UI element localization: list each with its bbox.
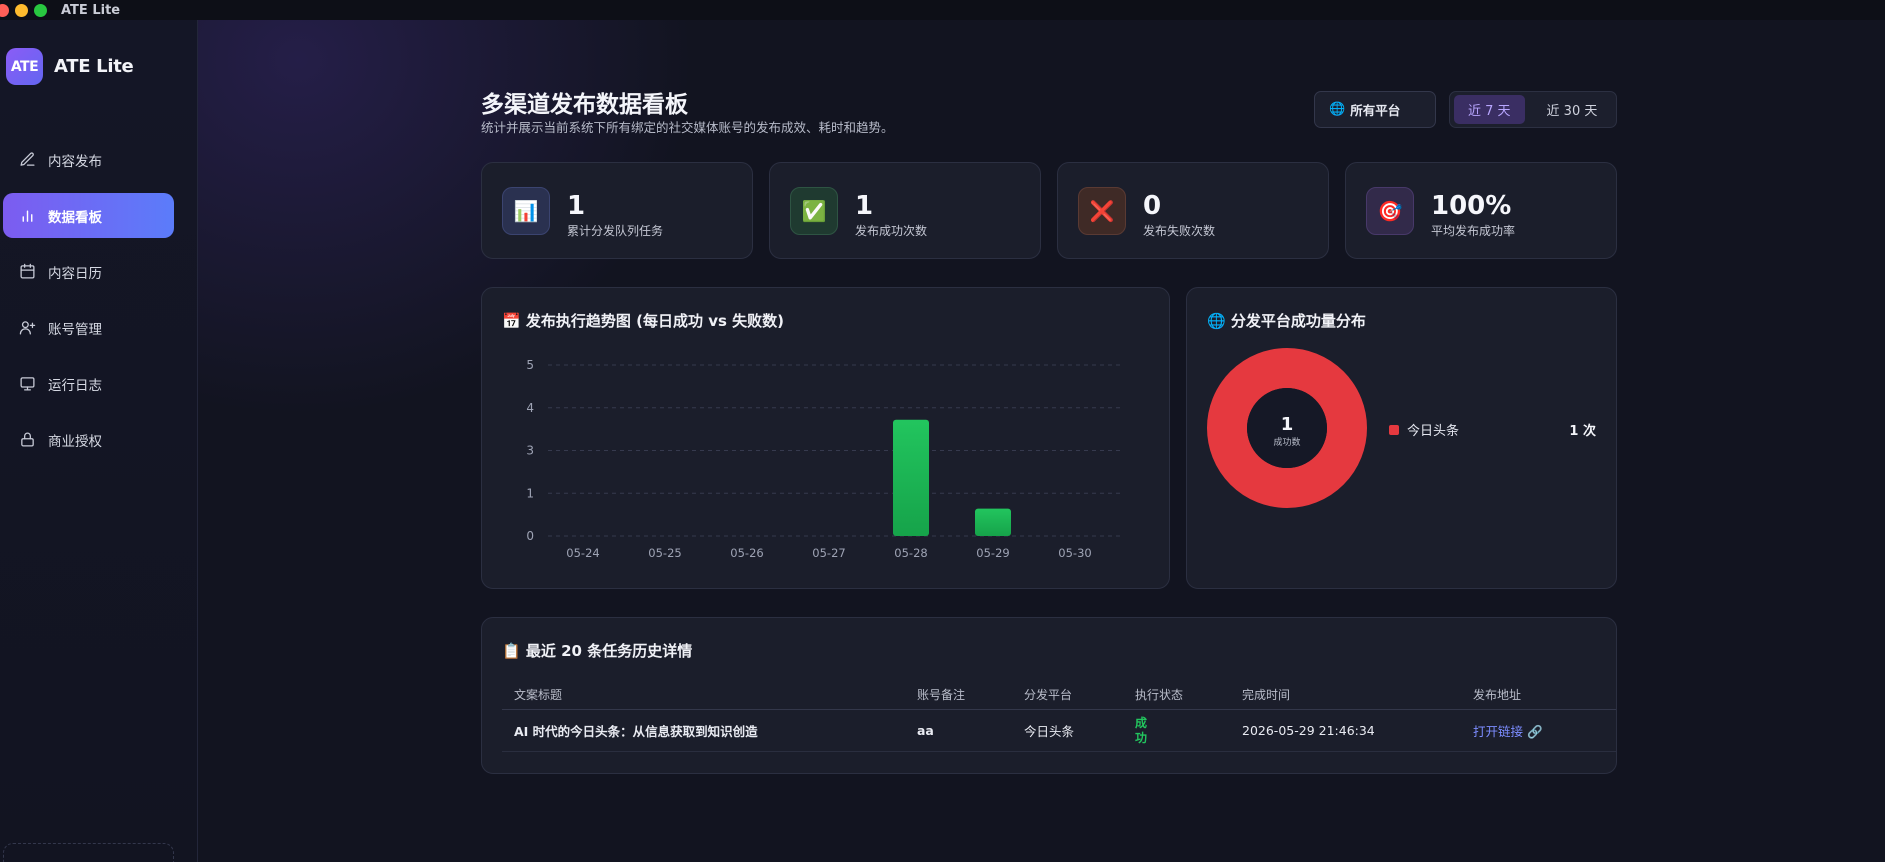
brand: ATE ATE Lite <box>6 48 134 85</box>
cross-icon: ❌ <box>1078 187 1126 235</box>
table-row: AI 时代的今日头条：从信息获取到知识创造 aa 今日头条 成功 2026-05… <box>502 710 1616 752</box>
sidebar-item-publish[interactable]: 内容发布 <box>3 137 174 182</box>
stat-label: 发布成功次数 <box>855 224 928 238</box>
chart-emoji-icon: 📊 <box>502 187 550 235</box>
y-tick-label: 0 <box>526 529 534 543</box>
x-tick-label: 05-29 <box>976 546 1009 560</box>
trend-chart-panel: 📅 发布执行趋势图 (每日成功 vs 失败数) 0 1 3 4 5 05-24 05-25 0… <box>481 287 1170 589</box>
column-header: 完成时间 <box>1242 688 1291 702</box>
x-tick-label: 05-26 <box>730 546 763 560</box>
donut-center-value: 1 <box>1281 414 1294 435</box>
cell-link: 打开链接 🔗 <box>1461 721 1616 740</box>
y-tick-label: 4 <box>526 401 534 415</box>
sidebar-item-dashboard[interactable]: 数据看板 <box>3 193 174 238</box>
range-7-days-button[interactable]: 近 7 天 <box>1454 95 1525 124</box>
cell-status: 成功 <box>1123 716 1230 746</box>
y-tick-label: 1 <box>526 486 534 500</box>
x-tick-label: 05-25 <box>648 546 681 560</box>
legend-label: 今日头条 <box>1407 424 1460 439</box>
stat-value: 0 <box>1143 191 1162 221</box>
history-table: 文案标题 账号备注 分发平台 执行状态 完成时间 发布地址 AI 时代的今日头条… <box>502 680 1616 752</box>
legend-value: 1 次 <box>1569 424 1596 439</box>
x-tick-label: 05-28 <box>894 546 927 560</box>
window-title: ATE Lite <box>61 2 121 18</box>
platform-select[interactable]: 🌐 所有平台 <box>1314 91 1436 128</box>
stat-card-total-tasks: 📊 1 累计分发队列任务 <box>481 162 753 259</box>
stat-label: 平均发布成功率 <box>1431 224 1516 238</box>
date-range-toggle: 近 7 天 近 30 天 <box>1449 91 1617 128</box>
x-tick-label: 05-27 <box>812 546 845 560</box>
stat-label: 累计分发队列任务 <box>567 224 664 238</box>
bar-05-29[interactable] <box>975 508 1011 536</box>
cell-time: 2026-05-29 21:46:34 <box>1242 723 1375 738</box>
status-badge: 成功 <box>1135 715 1148 745</box>
sidebar-item-license[interactable]: 商业授权 <box>3 417 174 462</box>
maximize-window-button[interactable] <box>34 3 47 17</box>
check-icon: ✅ <box>790 187 838 235</box>
cell-title: AI 时代的今日头条：从信息获取到知识创造 <box>514 724 758 739</box>
legend-swatch <box>1389 424 1399 435</box>
table-header: 文案标题 账号备注 分发平台 执行状态 完成时间 发布地址 <box>502 680 1616 710</box>
column-header: 分发平台 <box>1024 688 1073 702</box>
calendar-icon <box>20 263 35 279</box>
column-header: 文案标题 <box>514 688 563 702</box>
cell-platform: 今日头条 <box>1024 724 1075 739</box>
page-subtitle: 统计并展示当前系统下所有绑定的社交媒体账号的发布成效、耗时和趋势。 <box>481 120 894 135</box>
column-header: 发布地址 <box>1473 688 1522 702</box>
stat-label: 发布失败次数 <box>1143 224 1216 238</box>
column-header: 执行状态 <box>1135 688 1184 702</box>
page-title: 多渠道发布数据看板 <box>481 92 688 118</box>
x-tick-label: 05-24 <box>566 546 599 560</box>
distribution-donut-chart: 1 成功数 <box>1207 348 1367 508</box>
brand-name: ATE Lite <box>54 56 134 77</box>
sidebar-item-calendar[interactable]: 内容日历 <box>3 249 174 294</box>
range-30-days-button[interactable]: 近 30 天 <box>1533 95 1612 124</box>
sidebar-bottom-item[interactable] <box>3 843 174 862</box>
window-controls <box>0 3 47 17</box>
open-link[interactable]: 打开链接 🔗 <box>1473 724 1543 739</box>
sidebar-nav: 内容发布 数据看板 内容日历 账号管理 运行日志 商业授权 <box>3 137 174 473</box>
stat-value: 100% <box>1431 191 1512 221</box>
sidebar-item-label: 内容日历 <box>48 265 102 282</box>
title-bar: ATE Lite <box>0 0 1885 20</box>
history-table-title: 📋 最近 20 条任务历史详情 <box>502 642 693 660</box>
close-window-button[interactable] <box>0 3 9 17</box>
sidebar-item-label: 商业授权 <box>48 433 102 450</box>
sidebar-item-logs[interactable]: 运行日志 <box>3 361 174 406</box>
platform-select-value: 所有平台 <box>1350 103 1401 118</box>
pen-icon <box>20 152 35 166</box>
bar-05-28[interactable] <box>893 419 929 536</box>
lock-icon <box>21 432 34 447</box>
app-logo: ATE <box>6 48 43 85</box>
minimize-window-button[interactable] <box>15 3 28 17</box>
legend-item: 今日头条 <box>1389 420 1459 439</box>
x-tick-label: 05-30 <box>1058 546 1091 560</box>
sidebar: ATE ATE Lite 内容发布 数据看板 内容日历 账号管理 运行日志 商业… <box>0 20 198 862</box>
distribution-chart-panel: 🌐 分发平台成功量分布 1 成功数 今日头条 1 次 <box>1186 287 1617 589</box>
sidebar-item-label: 内容发布 <box>48 153 102 170</box>
stat-value: 1 <box>567 191 586 221</box>
monitor-icon <box>20 377 35 391</box>
history-table-panel: 📋 最近 20 条任务历史详情 文案标题 账号备注 分发平台 执行状态 完成时间… <box>481 617 1617 774</box>
bar-chart-icon <box>22 210 33 222</box>
y-tick-label: 3 <box>526 444 534 458</box>
trend-chart: 0 1 3 4 5 05-24 05-25 05-26 05-27 05-28 05-29 05-30 <box>526 358 1122 560</box>
donut-center-label: 成功数 <box>1273 436 1300 448</box>
sidebar-item-label: 数据看板 <box>48 209 102 226</box>
user-plus-icon <box>19 321 36 335</box>
globe-icon: 🌐 <box>1329 102 1346 117</box>
stat-card-failure: ❌ 0 发布失败次数 <box>1057 162 1329 259</box>
cell-account: aa <box>917 723 934 738</box>
target-icon: 🎯 <box>1366 187 1414 235</box>
stat-card-success: ✅ 1 发布成功次数 <box>769 162 1041 259</box>
y-tick-label: 5 <box>526 358 534 372</box>
sidebar-item-label: 运行日志 <box>48 377 102 394</box>
stat-card-success-rate: 🎯 100% 平均发布成功率 <box>1345 162 1617 259</box>
stat-value: 1 <box>855 191 874 221</box>
sidebar-item-accounts[interactable]: 账号管理 <box>3 305 174 350</box>
sidebar-item-label: 账号管理 <box>48 321 102 338</box>
column-header: 账号备注 <box>917 688 966 702</box>
